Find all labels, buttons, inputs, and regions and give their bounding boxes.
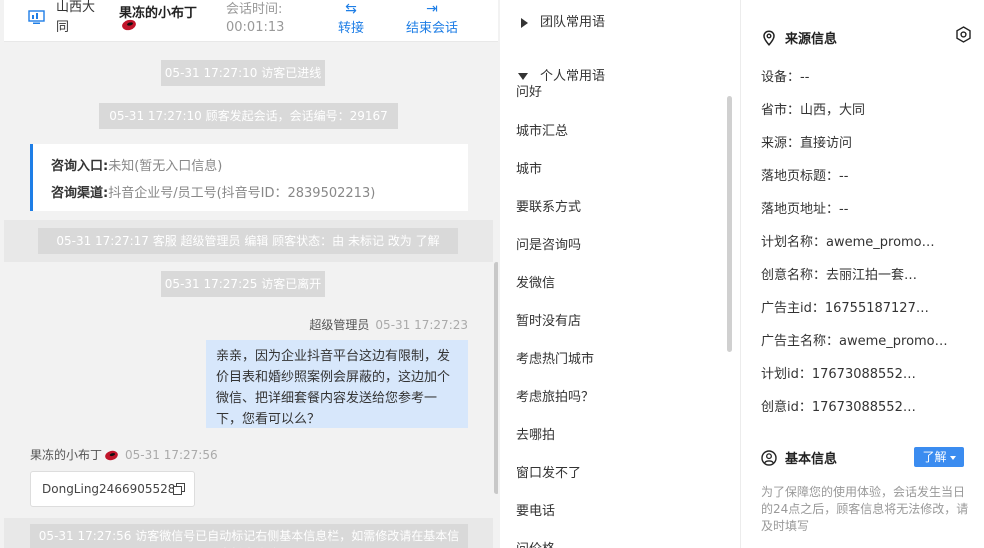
- agent-message-meta: 超级管理员 05-31 17:27:23: [309, 316, 468, 333]
- transfer-icon: ⇆: [345, 1, 357, 17]
- transfer-button[interactable]: ⇆ 转接: [338, 0, 364, 37]
- phrase-item[interactable]: 去哪拍: [516, 424, 555, 443]
- basic-info-label: 基本信息: [785, 452, 838, 467]
- phrase-item[interactable]: 考虑热门城市: [516, 348, 594, 367]
- phrase-item[interactable]: 要联系方式: [516, 196, 581, 215]
- customer-message-time: 05-31 17:27:56: [125, 448, 218, 462]
- chat-panel: 山西大同 果冻的小布丁 会话时间: 00:01:13 ⇆ 转接 ⇥ 结束会话 0…: [4, 0, 498, 548]
- quick-phrases-panel: 团队常用语 个人常用语 问好 城市汇总 城市 要联系方式 问是咨询吗 发微信 暂…: [500, 0, 740, 548]
- chat-header: 山西大同 果冻的小布丁 会话时间: 00:01:13 ⇆ 转接 ⇥ 结束会话: [4, 0, 498, 42]
- phrase-item[interactable]: 发微信: [516, 272, 555, 291]
- personal-phrases-label: 个人常用语: [540, 69, 606, 84]
- status-label: 了解: [922, 450, 947, 464]
- field-plan-id: 计划id：1767308855242: [761, 367, 918, 382]
- field-creative-id: 创意id：1767308855243: [761, 400, 918, 415]
- consult-entry-value: 未知(暂无入口信息): [108, 159, 223, 174]
- phrases-scrollbar[interactable]: [727, 96, 732, 352]
- phrase-item[interactable]: 城市汇总: [516, 120, 568, 139]
- system-message-row: 05-31 17:27:17 客服 超级管理员 编辑 顾客状态：由 未标记 改为…: [4, 220, 493, 262]
- chat-scrollbar[interactable]: [494, 262, 498, 494]
- system-message: 05-31 17:27:10 访客已进线: [161, 60, 325, 86]
- field-source: 来源：直接访问: [761, 136, 853, 151]
- phrase-item[interactable]: 要电话: [516, 500, 555, 519]
- basic-info-title: 基本信息: [761, 448, 837, 467]
- end-session-label: 结束会话: [406, 21, 459, 36]
- system-message-row: 05-31 17:27:56 访客微信号已自动标记右侧基本信息栏，如需修改请在基…: [4, 518, 493, 548]
- wechat-id-text: DongLing2466905528: [42, 482, 176, 496]
- session-time: 00:01:13: [226, 20, 285, 35]
- consult-channel-line: 咨询渠道:抖音企业号/员工号(抖音号ID：2839502213): [51, 182, 375, 201]
- team-phrases-group[interactable]: 团队常用语: [518, 11, 605, 30]
- settings-icon[interactable]: [955, 26, 972, 43]
- transfer-label: 转接: [338, 21, 365, 36]
- phrase-item[interactable]: 问价格: [516, 538, 555, 548]
- edit-notice: 为了保障您的使用体验，会话发生当日的24点之后，顾客信息将无法修改，请及时填写: [761, 485, 969, 533]
- field-device: 设备：--: [761, 70, 810, 85]
- monitor-icon: [28, 10, 45, 24]
- agent-name: 超级管理员: [309, 318, 370, 332]
- field-advertiser-id: 广告主id：1675518712770567: [761, 301, 932, 316]
- customer-name: 果冻的小布丁: [30, 448, 103, 462]
- source-info-title: 来源信息: [761, 28, 837, 47]
- field-landing-url: 落地页地址：--: [761, 202, 849, 217]
- phrase-item[interactable]: 问是咨询吗: [516, 234, 581, 253]
- visitor-city: 山西大同: [56, 0, 96, 35]
- chevron-down-icon: [949, 455, 956, 460]
- caret-right-icon: [521, 17, 528, 28]
- consult-entry-line: 咨询入口:未知(暂无入口信息): [51, 155, 222, 174]
- field-plan-name: 计划名称：aweme_promotion: [761, 235, 939, 250]
- session-time-label: 会话时间:: [226, 2, 283, 17]
- copy-icon[interactable]: [173, 483, 185, 495]
- customer-message-meta: 果冻的小布丁 05-31 17:27:56: [30, 446, 218, 463]
- exit-icon: ⇥: [426, 1, 438, 17]
- field-region: 省市：山西，大同: [761, 103, 866, 118]
- consult-info-card: 咨询入口:未知(暂无入口信息) 咨询渠道:抖音企业号/员工号(抖音号ID：283…: [30, 144, 468, 211]
- user-icon: [761, 450, 777, 466]
- system-message: 05-31 17:27:17 客服 超级管理员 编辑 顾客状态：由 未标记 改为…: [38, 228, 458, 254]
- phrase-item[interactable]: 暂时没有店: [516, 310, 581, 329]
- consult-channel-value: 抖音企业号/员工号(抖音号ID：2839502213): [108, 186, 376, 201]
- field-creative-name: 创意名称：去丽江拍一套婚纱照: [761, 268, 927, 283]
- team-phrases-label: 团队常用语: [540, 15, 606, 30]
- end-session-button[interactable]: ⇥ 结束会话: [406, 0, 458, 37]
- agent-message-bubble: 亲亲，因为企业抖音平台这边有限制，发价目表和婚纱照案例会屏蔽的，这边加个微信、把…: [206, 340, 468, 428]
- source-info-label: 来源信息: [785, 32, 838, 47]
- phrase-item[interactable]: 城市: [516, 158, 542, 177]
- phrase-item[interactable]: 窗口发不了: [516, 462, 581, 481]
- system-message: 05-31 17:27:25 访客已离开: [161, 271, 325, 297]
- field-landing-title: 落地页标题：--: [761, 169, 849, 184]
- phrase-item[interactable]: 问好: [516, 81, 542, 100]
- field-advertiser-name: 广告主名称：aweme_promotion: [761, 334, 951, 349]
- customer-info-panel: 来源信息 设备：-- 省市：山西，大同 来源：直接访问 落地页标题：-- 落地页…: [740, 0, 984, 548]
- location-pin-icon: [763, 30, 775, 46]
- heart-icon: [122, 19, 136, 31]
- heart-icon: [105, 450, 118, 461]
- phrase-item[interactable]: 考虑旅拍吗？: [516, 386, 594, 405]
- consult-channel-label: 咨询渠道:: [51, 186, 109, 201]
- status-dropdown-button[interactable]: 了解: [914, 447, 964, 467]
- system-message: 05-31 17:27:56 访客微信号已自动标记右侧基本信息栏，如需修改请在基…: [30, 524, 468, 548]
- system-message: 05-31 17:27:10 顾客发起会话，会话编号：29167: [99, 103, 398, 129]
- caret-down-icon: [518, 73, 528, 80]
- agent-message-time: 05-31 17:27:23: [375, 318, 468, 332]
- wechat-id-message[interactable]: DongLing2466905528: [30, 471, 195, 507]
- consult-entry-label: 咨询入口:: [51, 159, 109, 174]
